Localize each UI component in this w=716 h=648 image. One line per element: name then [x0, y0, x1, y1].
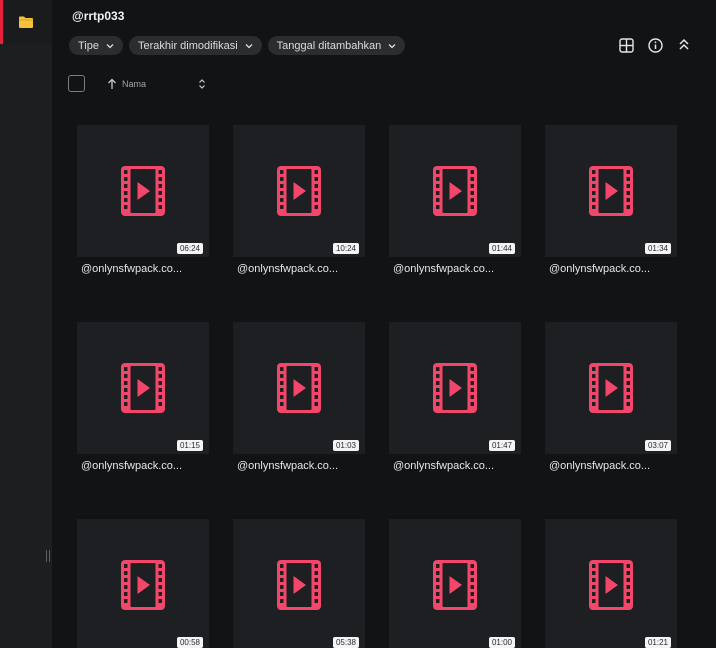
video-thumbnail[interactable]: 06:24 — [77, 125, 209, 257]
video-file-icon — [277, 363, 321, 413]
main-panel: @rrtp033 Tipe Terakhir dimodifikasi Tang… — [52, 0, 716, 648]
file-name: @onlynsfwpack.co... — [393, 263, 495, 275]
file-tile[interactable]: 10:24 @onlynsfwpack.co... — [233, 125, 365, 275]
file-tile[interactable]: 01:15 @onlynsfwpack.co... — [77, 322, 209, 472]
file-tile[interactable]: 00:58 @onlynsfwpack.co... — [77, 519, 209, 648]
duration-badge: 01:34 — [644, 243, 671, 254]
file-name: @onlynsfwpack.co... — [393, 460, 495, 472]
filter-last-modified-label: Terakhir dimodifikasi — [138, 39, 238, 52]
video-thumbnail[interactable]: 10:24 — [233, 125, 365, 257]
video-file-icon — [121, 363, 165, 413]
left-rail — [0, 0, 52, 648]
video-file-icon — [433, 166, 477, 216]
duration-badge: 01:47 — [488, 440, 515, 451]
duration-badge: 01:21 — [644, 637, 671, 648]
sort-by-name-label[interactable]: Nama — [122, 79, 146, 89]
duration-badge: 01:44 — [488, 243, 515, 254]
video-thumbnail[interactable]: 01:03 — [233, 322, 365, 454]
chevron-down-icon — [245, 43, 253, 48]
video-file-icon — [589, 363, 633, 413]
active-indicator — [0, 0, 3, 44]
video-file-icon — [121, 166, 165, 216]
select-all-checkbox[interactable] — [68, 75, 85, 92]
duration-badge: 06:24 — [176, 243, 203, 254]
video-file-icon — [433, 363, 477, 413]
file-tile[interactable]: 01:21 @onlynsfwpack.co... — [545, 519, 677, 648]
info-icon — [647, 37, 663, 53]
file-tile[interactable]: 01:00 @onlynsfwpack.co... — [389, 519, 521, 648]
collapse-button[interactable] — [676, 37, 692, 53]
file-tile[interactable]: 01:44 @onlynsfwpack.co... — [389, 125, 521, 275]
file-tile[interactable]: 01:34 @onlynsfwpack.co... — [545, 125, 677, 275]
video-thumbnail[interactable]: 03:07 — [545, 322, 677, 454]
file-name: @onlynsfwpack.co... — [549, 460, 651, 472]
filter-type[interactable]: Tipe — [69, 36, 123, 55]
view-toolbar — [618, 37, 692, 53]
file-name: @onlynsfwpack.co... — [81, 263, 183, 275]
chevron-down-icon — [106, 43, 114, 48]
app: @rrtp033 Tipe Terakhir dimodifikasi Tang… — [0, 0, 716, 648]
duration-badge: 03:07 — [644, 440, 671, 451]
file-tile[interactable]: 03:07 @onlynsfwpack.co... — [545, 322, 677, 472]
info-button[interactable] — [647, 37, 663, 53]
file-tile[interactable]: 06:24 @onlynsfwpack.co... — [77, 125, 209, 275]
filter-date-added[interactable]: Tanggal ditambahkan — [267, 36, 406, 55]
video-thumbnail[interactable]: 01:34 — [545, 125, 677, 257]
video-file-icon — [121, 560, 165, 610]
chevron-down-icon — [388, 43, 396, 48]
collapse-icon — [679, 38, 689, 50]
video-thumbnail[interactable]: 01:00 — [389, 519, 521, 648]
duration-badge: 10:24 — [332, 243, 359, 254]
video-thumbnail[interactable]: 01:44 — [389, 125, 521, 257]
video-file-icon — [589, 166, 633, 216]
video-thumbnail[interactable]: 01:21 — [545, 519, 677, 648]
file-name: @onlynsfwpack.co... — [81, 460, 183, 472]
filter-date-added-label: Tanggal ditambahkan — [276, 39, 382, 52]
file-name: @onlynsfwpack.co... — [237, 263, 339, 275]
sort-bar: Nama — [68, 75, 206, 92]
video-file-icon — [277, 560, 321, 610]
rail-item-files[interactable] — [0, 0, 52, 44]
video-file-icon — [589, 560, 633, 610]
filter-type-label: Tipe — [78, 39, 99, 52]
video-thumbnail[interactable]: 00:58 — [77, 519, 209, 648]
duration-badge: 01:00 — [488, 637, 515, 648]
file-tile[interactable]: 01:47 @onlynsfwpack.co... — [389, 322, 521, 472]
video-file-icon — [277, 166, 321, 216]
file-tile[interactable]: 05:38 @onlynsfwpack.co... — [233, 519, 365, 648]
duration-badge: 01:03 — [332, 440, 359, 451]
sort-toggle-icon[interactable] — [198, 78, 206, 90]
arrow-up-icon[interactable] — [107, 78, 117, 90]
video-thumbnail[interactable]: 01:15 — [77, 322, 209, 454]
file-tile[interactable]: 01:03 @onlynsfwpack.co... — [233, 322, 365, 472]
grid-view-icon — [618, 37, 634, 53]
file-name: @onlynsfwpack.co... — [549, 263, 651, 275]
grid-view-button[interactable] — [618, 37, 634, 53]
video-thumbnail[interactable]: 01:47 — [389, 322, 521, 454]
duration-badge: 05:38 — [332, 637, 359, 648]
file-grid: 06:24 @onlynsfwpack.co... 10:24 @onlynsf… — [77, 125, 677, 648]
folder-icon — [19, 16, 33, 28]
file-name: @onlynsfwpack.co... — [237, 460, 339, 472]
duration-badge: 00:58 — [176, 637, 203, 648]
filter-last-modified[interactable]: Terakhir dimodifikasi — [129, 36, 262, 55]
video-thumbnail[interactable]: 05:38 — [233, 519, 365, 648]
page-title: @rrtp033 — [72, 9, 125, 23]
sidebar-resize-handle[interactable] — [45, 550, 51, 564]
filter-bar: Tipe Terakhir dimodifikasi Tanggal ditam… — [69, 36, 406, 55]
duration-badge: 01:15 — [176, 440, 203, 451]
video-file-icon — [433, 560, 477, 610]
